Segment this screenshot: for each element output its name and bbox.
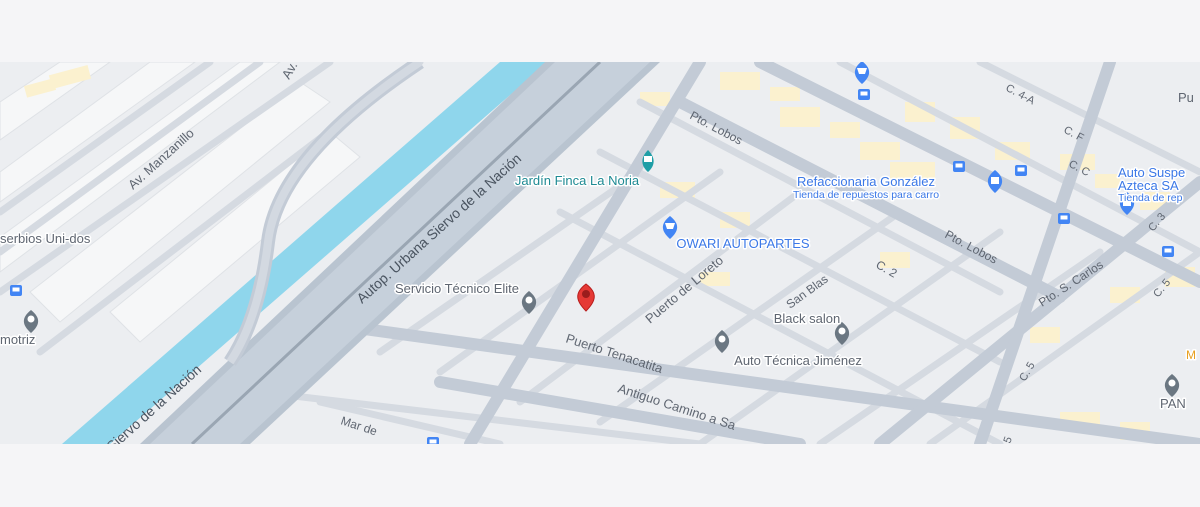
place-label-auto-susp-sub: Tienda de rep [1118, 192, 1183, 204]
bus-stop-icon [1058, 213, 1070, 224]
place-label-auto-tecnica[interactable]: Auto Técnica Jiménez [733, 352, 864, 370]
bus-stop-icon [1015, 165, 1027, 176]
place-label-black-salon[interactable]: Black salon [772, 310, 841, 328]
place-label-motriz[interactable]: motriz [0, 331, 37, 349]
map-canvas[interactable]: Autop. Urbana Siervo de la Nación Siervo… [0, 62, 1200, 444]
road-label-pu: Pu [1178, 90, 1194, 105]
place-label-auto-susp-2: Azteca SA [1118, 178, 1179, 193]
bus-stop-icon [427, 437, 439, 444]
place-label-servicio[interactable]: Servicio Técnico Elite [393, 280, 520, 298]
place-label-owari[interactable]: OWARI AUTOPARTES [675, 235, 811, 253]
place-label-refaccionaria-sub: Tienda de repuestos para carro [793, 189, 939, 201]
bus-stop-icon [953, 161, 965, 172]
place-label-jardin[interactable]: Jardín Finca La Noria [513, 172, 641, 190]
place-label-refaccionaria[interactable]: Refaccionaria González [795, 173, 936, 191]
bus-stop-icon [858, 89, 870, 100]
map-view[interactable]: Autop. Urbana Siervo de la Nación Siervo… [0, 62, 1200, 444]
place-label-pan[interactable]: PAN [1159, 395, 1188, 413]
place-label-serbios[interactable]: serbios Uni-dos [0, 230, 92, 248]
bus-stop-icon [1162, 246, 1174, 257]
bus-stop-icon [10, 285, 22, 296]
place-label-m: M [1186, 348, 1196, 362]
